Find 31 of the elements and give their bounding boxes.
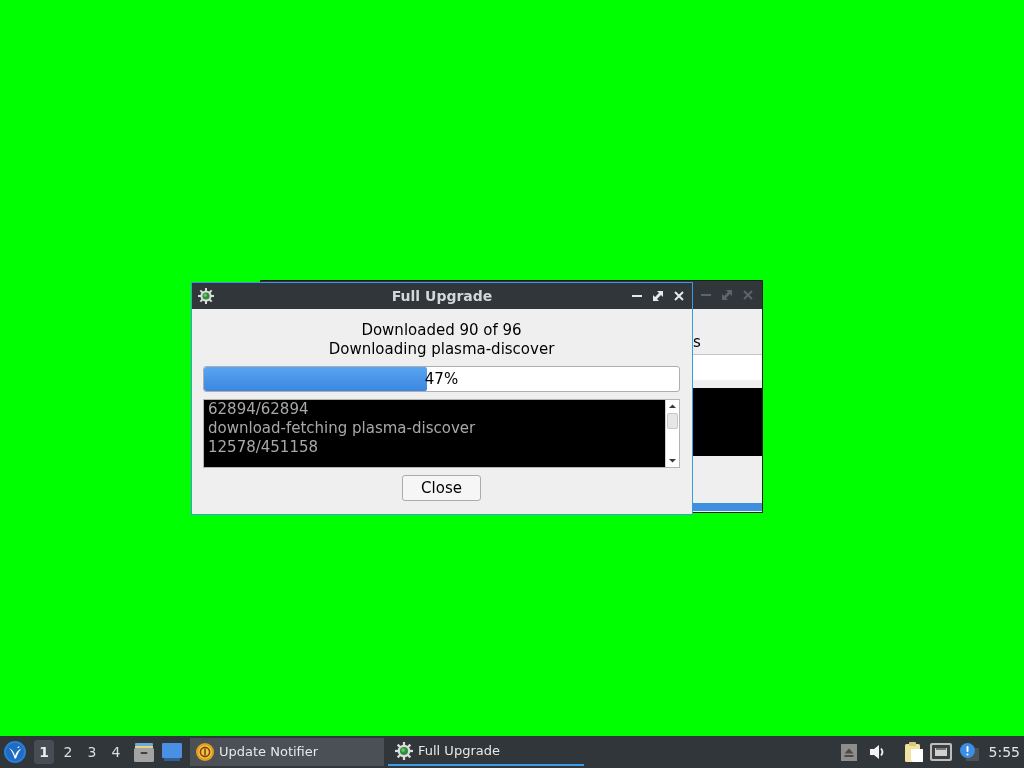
- gear-icon: [198, 288, 214, 304]
- task-button[interactable]: Full Upgrade: [388, 738, 584, 766]
- output-panel: [693, 388, 762, 456]
- status-text: Downloading plasma-discover: [328, 340, 555, 359]
- label-text: s: [693, 333, 701, 351]
- text-field[interactable]: [693, 355, 762, 380]
- scroll-thumb[interactable]: [667, 413, 678, 429]
- speaker-icon[interactable]: [868, 744, 886, 760]
- notifier-icon: [196, 743, 214, 761]
- window-title: Full Upgrade: [391, 287, 493, 305]
- clock[interactable]: 5:55: [988, 743, 1020, 761]
- workspace-button[interactable]: 4: [106, 740, 126, 764]
- log-line: download-fetching plasma-discover: [208, 419, 476, 438]
- clipboard-icon[interactable]: [904, 742, 923, 762]
- file-cabinet-icon[interactable]: [134, 742, 154, 762]
- task-button[interactable]: Update Notifier: [190, 738, 384, 766]
- eject-icon[interactable]: [840, 743, 857, 761]
- log-line: 62894/62894: [208, 400, 309, 419]
- maximize-icon[interactable]: [653, 291, 663, 301]
- network-icon[interactable]: [929, 743, 952, 761]
- gear-icon: [395, 742, 413, 760]
- workspace-button[interactable]: 2: [58, 740, 78, 764]
- start-menu-icon[interactable]: [4, 741, 26, 763]
- scrollbar[interactable]: [665, 400, 679, 467]
- workspace-button[interactable]: 3: [82, 740, 102, 764]
- desktop-icon[interactable]: [162, 743, 182, 761]
- log-line: 12578/451158: [208, 438, 319, 457]
- status-text: Downloaded 90 of 96: [361, 321, 522, 340]
- workspace-button[interactable]: 1: [34, 740, 54, 764]
- close-button[interactable]: Close: [402, 475, 481, 501]
- notification-icon[interactable]: [959, 743, 979, 761]
